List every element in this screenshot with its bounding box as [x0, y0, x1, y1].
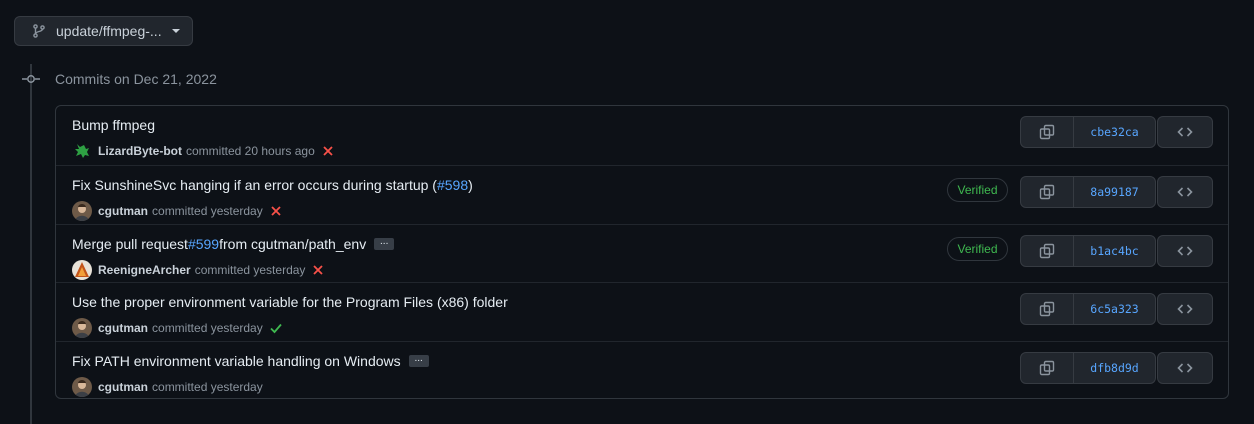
check-icon[interactable]	[269, 321, 283, 335]
copy-icon	[1039, 124, 1055, 140]
commit-sha-link[interactable]: b1ac4bc	[1074, 236, 1155, 266]
commit-sha-link[interactable]: 6c5a323	[1074, 294, 1155, 324]
commit-row: Fix PATH environment variable handling o…	[56, 341, 1228, 398]
commit-time: committed yesterday	[194, 263, 306, 277]
commit-meta: cgutman committed yesterday	[72, 377, 263, 397]
x-icon[interactable]	[311, 263, 325, 277]
branch-name: update/ffmpeg-...	[56, 23, 162, 39]
commit-time: committed yesterday	[152, 380, 263, 394]
pull-request-link[interactable]: #599	[188, 236, 219, 252]
avatar[interactable]	[72, 141, 92, 161]
code-icon	[1177, 243, 1193, 259]
commit-sha-link[interactable]: cbe32ca	[1074, 117, 1155, 147]
avatar[interactable]	[72, 201, 92, 221]
commit-title-suffix[interactable]: )	[468, 177, 473, 193]
avatar[interactable]	[72, 318, 92, 338]
commit-row: Fix SunshineSvc hanging if an error occu…	[56, 165, 1228, 224]
commit-meta: cgutman committed yesterday	[72, 318, 283, 338]
copy-sha-button[interactable]	[1021, 117, 1074, 147]
commit-title[interactable]: Fix SunshineSvc hanging if an error occu…	[72, 177, 473, 193]
commit-author[interactable]: ReenigneArcher	[98, 263, 191, 277]
copy-sha-button[interactable]	[1021, 177, 1074, 207]
commit-actions: cbe32ca	[1020, 116, 1156, 148]
avatar[interactable]	[72, 260, 92, 280]
commit-meta: ReenigneArcher committed yesterday	[72, 260, 325, 280]
browse-repo-button[interactable]	[1157, 352, 1213, 384]
copy-sha-button[interactable]	[1021, 236, 1074, 266]
commit-sha-link[interactable]: dfb8d9d	[1074, 353, 1155, 383]
avatar[interactable]	[72, 377, 92, 397]
code-icon	[1177, 301, 1193, 317]
commit-title[interactable]: Use the proper environment variable for …	[72, 294, 508, 310]
copy-sha-button[interactable]	[1021, 294, 1074, 324]
commit-title-text[interactable]: Bump ffmpeg	[72, 117, 155, 133]
commit-title[interactable]: Fix PATH environment variable handling o…	[72, 353, 429, 369]
pull-request-link[interactable]: #598	[437, 177, 468, 193]
commit-time: committed 20 hours ago	[186, 144, 315, 158]
copy-icon	[1039, 184, 1055, 200]
commit-list: Bump ffmpeg LizardByte-bot committed 20 …	[55, 105, 1229, 399]
code-icon	[1177, 184, 1193, 200]
code-icon	[1177, 124, 1193, 140]
x-icon[interactable]	[269, 204, 283, 218]
commit-row: Use the proper environment variable for …	[56, 282, 1228, 341]
commit-author[interactable]: cgutman	[98, 204, 148, 218]
commit-title-text[interactable]: Fix PATH environment variable handling o…	[72, 353, 401, 369]
commit-title-text[interactable]: Merge pull request	[72, 236, 188, 252]
browse-repo-button[interactable]	[1157, 176, 1213, 208]
verified-badge[interactable]: Verified	[947, 237, 1008, 261]
x-icon[interactable]	[321, 144, 335, 158]
timeline-line	[30, 64, 32, 424]
git-commit-icon	[22, 71, 40, 87]
browse-repo-button[interactable]	[1157, 293, 1213, 325]
git-branch-icon	[31, 23, 47, 39]
commit-row: Bump ffmpeg LizardByte-bot committed 20 …	[56, 106, 1228, 165]
commit-title[interactable]: Merge pull request #599 from cgutman/pat…	[72, 236, 395, 252]
verified-badge[interactable]: Verified	[947, 178, 1008, 202]
commit-actions: b1ac4bc	[1020, 235, 1156, 267]
commit-row: Merge pull request #599 from cgutman/pat…	[56, 224, 1228, 282]
browse-repo-button[interactable]	[1157, 116, 1213, 148]
commit-title-suffix[interactable]: from cgutman/path_env	[219, 236, 366, 252]
commit-actions: dfb8d9d	[1020, 352, 1156, 384]
copy-icon	[1039, 360, 1055, 376]
commit-author[interactable]: cgutman	[98, 321, 148, 335]
commit-author[interactable]: LizardByte-bot	[98, 144, 182, 158]
commit-actions: 6c5a323	[1020, 293, 1156, 325]
branch-selector-button[interactable]: update/ffmpeg-...	[14, 16, 193, 46]
commit-sha-link[interactable]: 8a99187	[1074, 177, 1155, 207]
copy-sha-button[interactable]	[1021, 353, 1074, 383]
copy-icon	[1039, 243, 1055, 259]
commit-time: committed yesterday	[152, 321, 263, 335]
expand-message-button[interactable]: ...	[408, 354, 429, 367]
commit-title[interactable]: Bump ffmpeg	[72, 117, 155, 133]
commit-meta: cgutman committed yesterday	[72, 201, 283, 221]
commit-title-text[interactable]: Use the proper environment variable for …	[72, 294, 508, 310]
expand-message-button[interactable]: ...	[374, 237, 395, 250]
chevron-down-icon	[171, 29, 180, 33]
commit-author[interactable]: cgutman	[98, 380, 148, 394]
commits-date-heading: Commits on Dec 21, 2022	[55, 71, 217, 87]
commit-meta: LizardByte-bot committed 20 hours ago	[72, 141, 335, 161]
commit-title-text[interactable]: Fix SunshineSvc hanging if an error occu…	[72, 177, 437, 193]
commit-actions: 8a99187	[1020, 176, 1156, 208]
code-icon	[1177, 360, 1193, 376]
commit-time: committed yesterday	[152, 204, 263, 218]
copy-icon	[1039, 301, 1055, 317]
browse-repo-button[interactable]	[1157, 235, 1213, 267]
